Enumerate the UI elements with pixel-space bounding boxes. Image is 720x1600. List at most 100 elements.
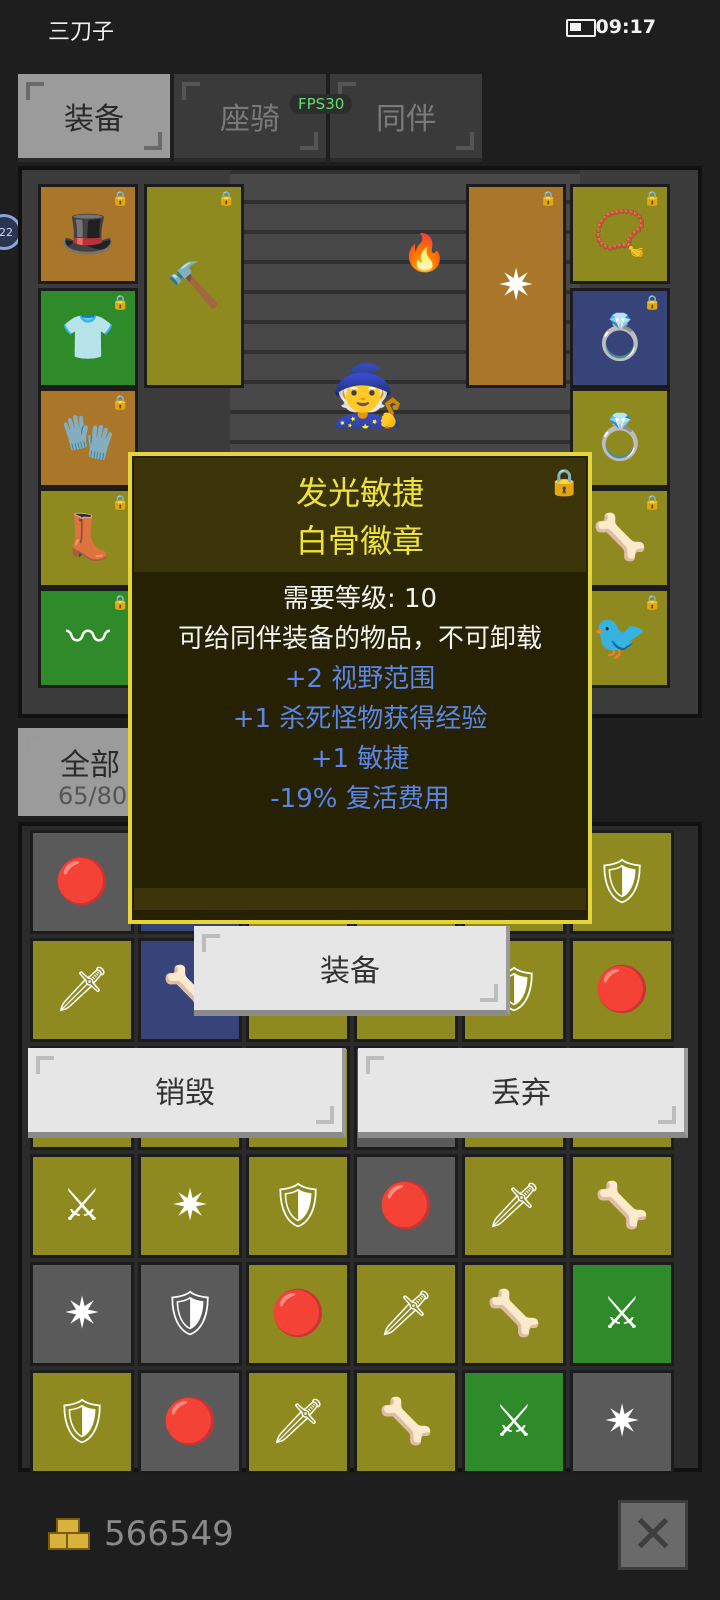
inventory-slot[interactable]: 🔴 (138, 1370, 242, 1474)
lock-icon: 🔒 (643, 495, 661, 511)
item-icon: 🔴 (378, 1180, 434, 1231)
equip-button-label: 装备 (320, 954, 380, 989)
lock-icon: 🔒 (111, 295, 129, 311)
glove-icon: 🧤 (60, 412, 116, 463)
gold-coin-icon (48, 1518, 90, 1552)
slot-helmet[interactable]: 🔒 🎩 (38, 184, 138, 284)
close-button[interactable]: ✕ (618, 1500, 688, 1570)
inventory-slot[interactable]: 🔴 (246, 1262, 350, 1366)
item-stat: +2 视野范围 (284, 664, 436, 694)
slot-amulet[interactable]: 🔒 📿 (570, 184, 670, 284)
item-stat: +1 杀死怪物获得经验 (232, 704, 488, 734)
item-icon: 🛡 (54, 1396, 110, 1447)
slot-belt[interactable]: 🔒 〰 (38, 588, 138, 688)
torch-icon: 🔥 (402, 233, 447, 274)
item-stat: -19% 复活费用 (270, 784, 450, 814)
lock-icon[interactable]: 🔒 (548, 468, 580, 498)
item-icon: 🗡 (486, 1180, 542, 1231)
tab-companion-label: 同伴 (376, 102, 436, 137)
destroy-button-label: 销毁 (155, 1076, 215, 1111)
slot-boots[interactable]: 🔒 👢 (38, 488, 138, 588)
item-icon: 🦴 (594, 1180, 650, 1231)
tab-companion[interactable]: 同伴 (330, 74, 482, 162)
inventory-slot[interactable]: 🔴 (570, 938, 674, 1042)
inventory-slot[interactable]: ✷ (570, 1370, 674, 1474)
mace-icon: 🔨 (166, 260, 222, 311)
item-stat: +1 敏捷 (310, 744, 410, 774)
item-icon: ⚔ (494, 1396, 534, 1447)
inventory-slot[interactable]: 🦴 (462, 1262, 566, 1366)
tooltip-footer (134, 888, 586, 910)
battery-icon (566, 19, 600, 37)
inventory-slot[interactable]: 🗡 (462, 1154, 566, 1258)
bird-badge-icon: 🐦 (592, 612, 648, 663)
item-icon: ⚔ (602, 1288, 642, 1339)
lock-icon: 🔒 (217, 191, 235, 207)
item-icon: 🛡 (270, 1180, 326, 1231)
destroy-button[interactable]: 销毁 (28, 1048, 346, 1138)
slot-weapon[interactable]: 🔒 🔨 (144, 184, 244, 388)
slot-offhand[interactable]: 🔒 ✷ (466, 184, 566, 388)
hero-character: 🧙 (330, 361, 405, 431)
lock-icon: 🔒 (111, 395, 129, 411)
filter-label: 全部 (60, 748, 120, 783)
inventory-slot[interactable]: ✷ (30, 1262, 134, 1366)
item-icon: ✷ (603, 1396, 641, 1447)
inventory-slot[interactable]: 🗡 (30, 938, 134, 1042)
lock-icon: 🔒 (539, 191, 557, 207)
inventory-slot[interactable]: ✷ (138, 1154, 242, 1258)
slot-gloves[interactable]: 🔒 🧤 (38, 388, 138, 488)
item-icon: 🗡 (378, 1288, 434, 1339)
item-prefix: 发光敏捷 (295, 474, 424, 512)
inventory-slot[interactable]: ⚔ (570, 1262, 674, 1366)
gold-amount: 566549 (104, 1514, 234, 1554)
item-icon: 🔴 (270, 1288, 326, 1339)
lock-icon: 🔒 (643, 191, 661, 207)
item-icon: 🔴 (162, 1396, 218, 1447)
item-icon: ✷ (171, 1180, 209, 1231)
inventory-slot[interactable]: 🔴 (30, 830, 134, 934)
item-requirement: 需要等级: 10 (282, 584, 438, 614)
spiked-ball-icon: ✷ (497, 260, 535, 311)
status-carrier: 三刀子 (48, 20, 115, 45)
item-icon: 🗡 (270, 1396, 326, 1447)
lock-icon: 🔒 (111, 191, 129, 207)
tab-mount[interactable]: 座骑 (174, 74, 326, 162)
inventory-slot[interactable]: 🛡 (138, 1262, 242, 1366)
item-icon: 🔴 (594, 964, 650, 1015)
chainmail-icon: 👕 (60, 312, 116, 363)
slot-ring-1[interactable]: 🔒 💍 (570, 288, 670, 388)
fps-badge: FPS30 (290, 94, 353, 114)
inventory-slot[interactable]: 🛡 (246, 1154, 350, 1258)
close-icon: ✕ (631, 1505, 675, 1565)
inventory-slot[interactable]: 🦴 (570, 1154, 674, 1258)
inventory-slot[interactable]: ⚔ (30, 1154, 134, 1258)
lock-icon: 🔒 (643, 595, 661, 611)
inventory-slot[interactable]: 🗡 (354, 1262, 458, 1366)
discard-button[interactable]: 丢弃 (358, 1048, 688, 1138)
inventory-slot[interactable]: 🗡 (246, 1370, 350, 1474)
item-icon: ✷ (63, 1288, 101, 1339)
tab-mount-label: 座骑 (220, 102, 280, 137)
status-time: 09:17 (595, 16, 656, 38)
item-icon: 🦴 (486, 1288, 542, 1339)
amulet-icon: 📿 (592, 208, 648, 259)
inventory-slot[interactable]: 🛡 (30, 1370, 134, 1474)
tab-equipment[interactable]: 装备 (18, 74, 170, 162)
item-icon: 🗡 (54, 964, 110, 1015)
discard-button-label: 丢弃 (491, 1076, 551, 1111)
item-icon: 🔴 (54, 856, 110, 907)
item-icon: ⚔ (62, 1180, 102, 1231)
inventory-slot[interactable]: ⚔ (462, 1370, 566, 1474)
ring-icon: 💍 (592, 412, 648, 463)
red-hat-icon: 🎩 (60, 208, 116, 259)
tab-equipment-label: 装备 (64, 102, 124, 137)
slot-armor[interactable]: 🔒 👕 (38, 288, 138, 388)
lock-icon: 🔒 (111, 495, 129, 511)
bone-badge-icon: 🦴 (592, 512, 648, 563)
inventory-slot[interactable]: 🦴 (354, 1370, 458, 1474)
boots-icon: 👢 (60, 512, 116, 563)
equip-button[interactable]: 装备 (194, 926, 510, 1016)
item-icon: 🦴 (378, 1396, 434, 1447)
inventory-slot[interactable]: 🔴 (354, 1154, 458, 1258)
